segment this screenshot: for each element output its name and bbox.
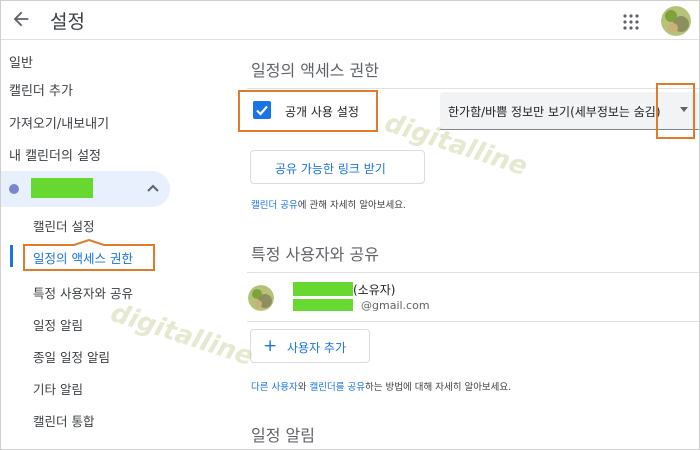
public-checkbox[interactable] [253, 101, 271, 119]
chevron-up-icon[interactable] [146, 182, 160, 196]
sidebar-item-calendar-settings[interactable]: 캘린더 설정 [33, 216, 94, 235]
section-title-access: 일정의 액세스 권한 [251, 61, 379, 80]
sidebar-item-event-access[interactable]: 일정의 액세스 권한 [33, 248, 133, 267]
sidebar-item-other-notifications[interactable]: 기타 알림 [33, 379, 83, 398]
get-shareable-link-label: 공유 가능한 링크 받기 [275, 162, 386, 176]
add-user-button[interactable]: + 사용자 추가 [250, 329, 370, 363]
divider [247, 88, 700, 89]
section-title-notifications: 일정 알림 [251, 426, 315, 445]
user-avatar [248, 285, 274, 311]
sidebar-item-event-notifications[interactable]: 일정 알림 [33, 315, 83, 334]
user-name-redacted [293, 282, 353, 296]
arrow-back-icon[interactable] [10, 8, 32, 30]
share-help-text: 캘린더 공유에 관해 자세히 알아보세요. [251, 200, 406, 211]
calendar-color-dot [9, 184, 19, 194]
share-calendar-link[interactable]: 캘린더를 공유 [310, 382, 365, 393]
user-role: (소유자) [353, 283, 396, 297]
account-avatar[interactable] [661, 6, 691, 36]
share-users-help-text: 다른 사용자와 캘린더를 공유하는 방법에 대해 자세히 알아보세요. [251, 382, 512, 393]
sidebar-item-add-calendar[interactable]: 캘린더 추가 [9, 80, 73, 99]
sidebar-item-allday-notifications[interactable]: 종일 일정 알림 [33, 347, 110, 366]
get-shareable-link-button[interactable]: 공유 가능한 링크 받기 [250, 150, 425, 184]
user-email-redacted [293, 299, 353, 311]
calendar-name-redacted [31, 178, 93, 198]
share-help-link[interactable]: 캘린더 공유 [251, 200, 298, 211]
divider [247, 272, 700, 273]
page-title: 설정 [50, 11, 85, 33]
public-checkbox-label: 공개 사용 설정 [285, 105, 359, 119]
apps-grid-icon[interactable] [623, 14, 639, 30]
sidebar-item-import-export[interactable]: 가져오기/내보내기 [9, 113, 109, 132]
active-indicator [10, 245, 13, 267]
visibility-select-value: 한가함/바쁨 정보만 보기(세부정보는 숨김) [448, 105, 661, 119]
plus-icon: + [263, 336, 278, 356]
sidebar-calendar-row[interactable] [0, 171, 170, 207]
divider [247, 321, 700, 322]
user-email: @gmail.com [361, 299, 430, 312]
settings-sidebar: 일반 캘린더 추가 가져오기/내보내기 내 캘린더의 설정 캘린더 설정 일정의… [0, 40, 235, 450]
settings-main: 일정의 액세스 권한 공개 사용 설정 한가함/바쁨 정보만 보기(세부정보는 … [235, 40, 700, 450]
add-user-label: 사용자 추가 [287, 341, 347, 355]
sidebar-item-my-calendar-settings: 내 캘린더의 설정 [9, 149, 101, 164]
other-users-link[interactable]: 다른 사용자 [251, 382, 298, 393]
check-icon [256, 105, 268, 116]
section-title-share-users: 특정 사용자와 공유 [251, 245, 379, 264]
sidebar-item-integrate-calendar[interactable]: 캘린더 통합 [33, 411, 94, 430]
sidebar-item-general[interactable]: 일반 [9, 52, 33, 71]
highlight-box-arrow [656, 83, 695, 139]
top-app-bar: 설정 [0, 0, 700, 40]
